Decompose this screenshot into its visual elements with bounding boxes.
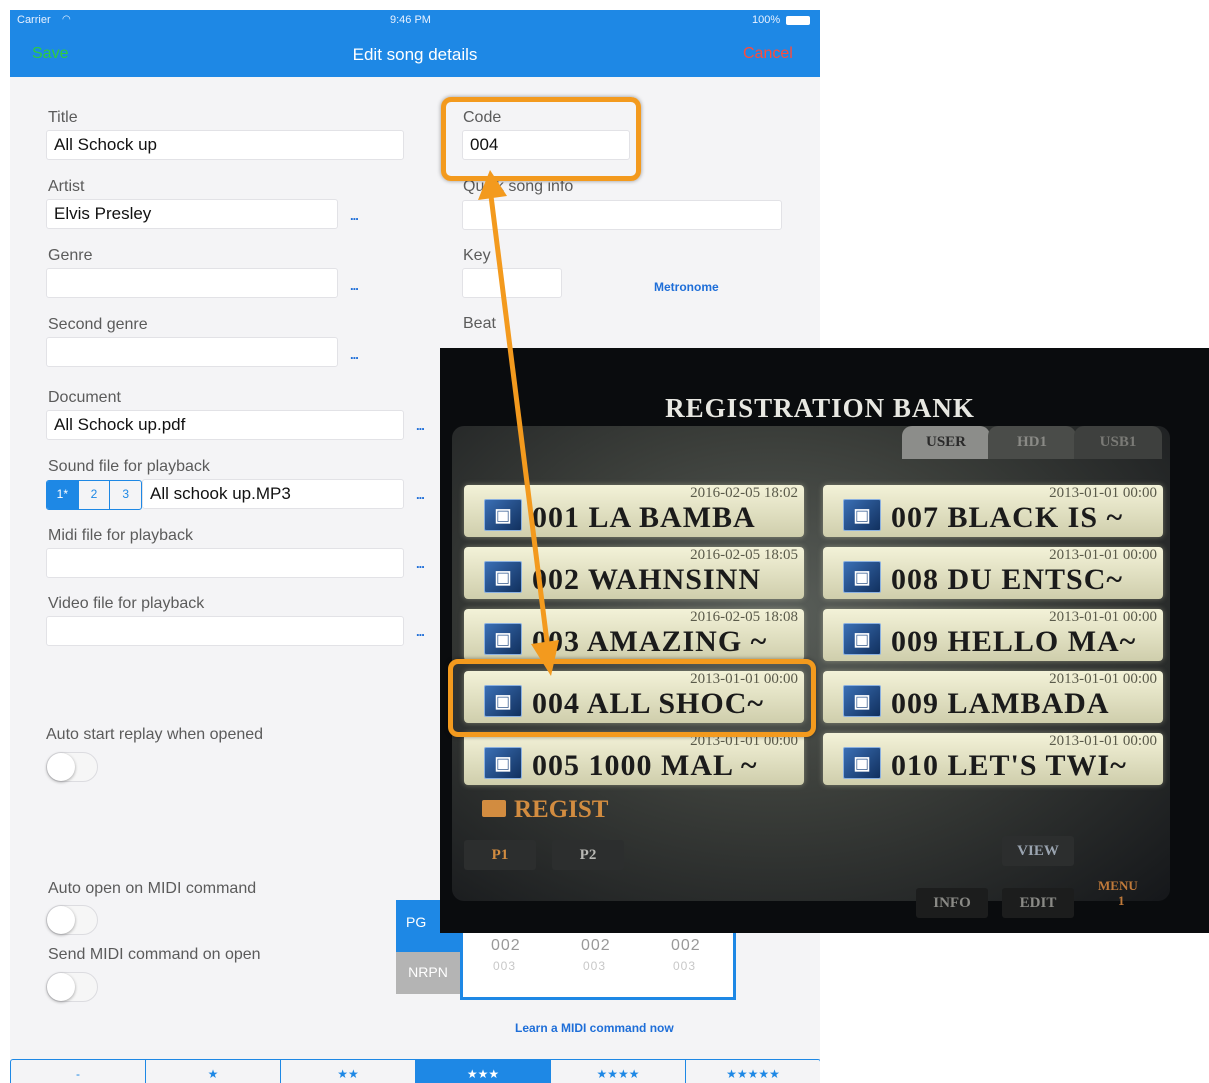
link-arrow-icon — [478, 170, 559, 676]
